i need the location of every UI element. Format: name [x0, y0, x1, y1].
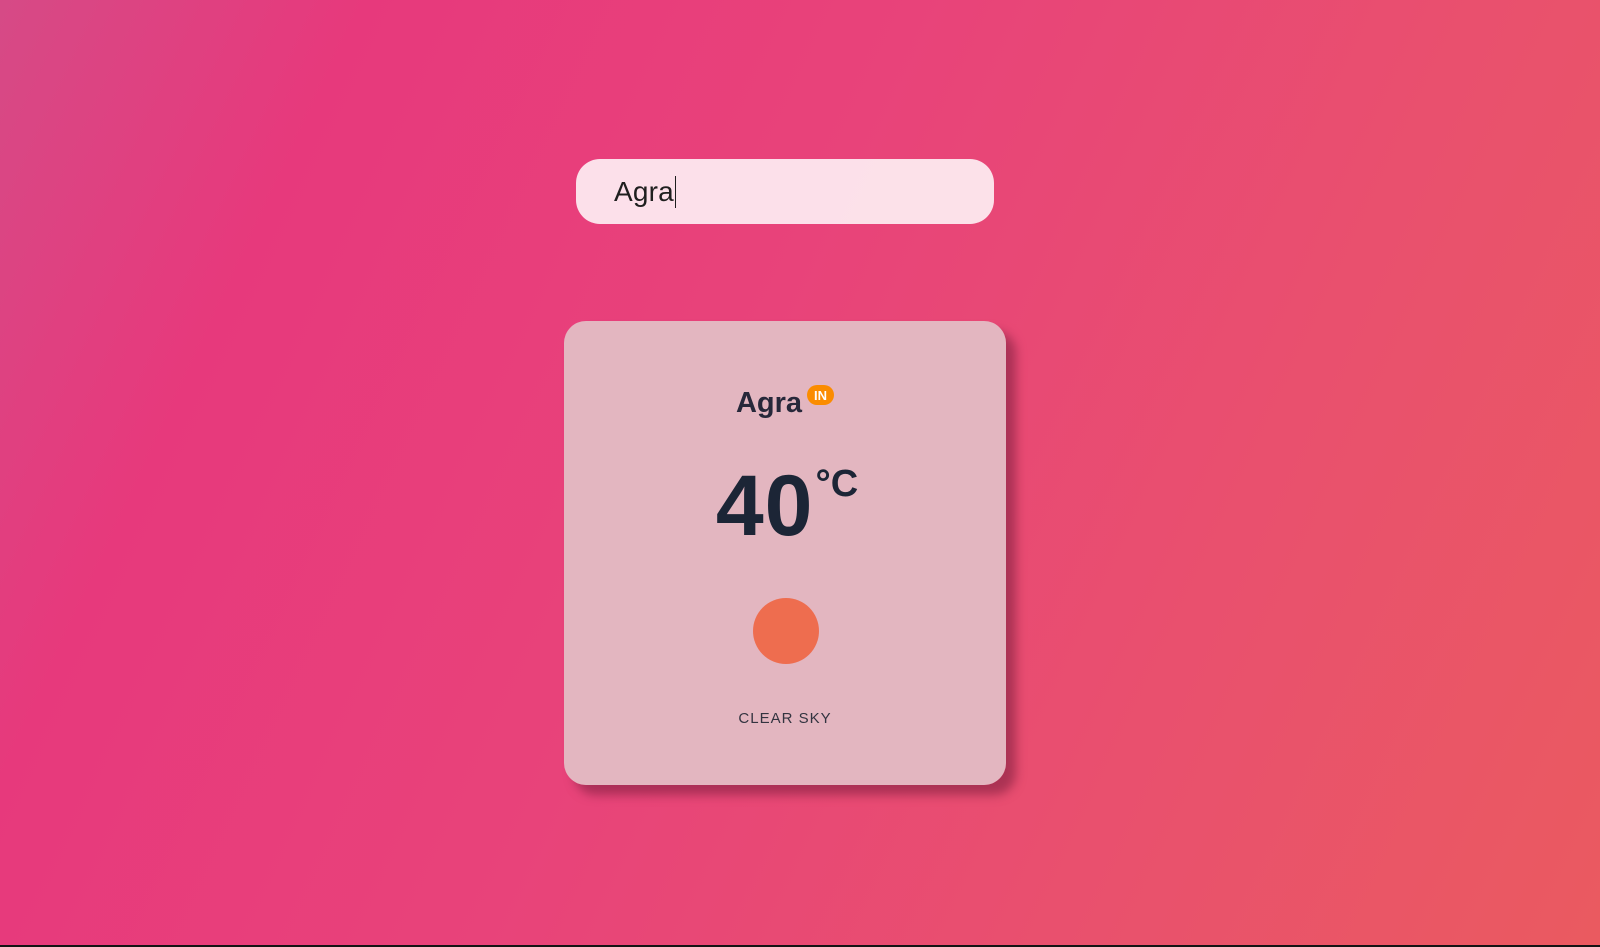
weather-condition: CLEAR SKY — [738, 710, 832, 727]
temperature-unit: °C — [815, 463, 859, 505]
search-bar[interactable]: Agra — [576, 159, 994, 224]
country-badge: IN — [807, 385, 835, 405]
temperature-display: 40 °C — [564, 463, 1006, 549]
weather-card: Agra IN 40 °C CLEAR SKY — [564, 321, 1006, 785]
sun-icon — [753, 598, 819, 664]
temperature-value: 40 — [715, 458, 814, 554]
search-input[interactable]: Agra — [614, 175, 677, 208]
city-name: Agra — [735, 387, 803, 419]
location-header: Agra IN — [564, 385, 1006, 419]
text-caret — [674, 175, 677, 208]
search-input-value[interactable]: Agra — [614, 176, 674, 208]
